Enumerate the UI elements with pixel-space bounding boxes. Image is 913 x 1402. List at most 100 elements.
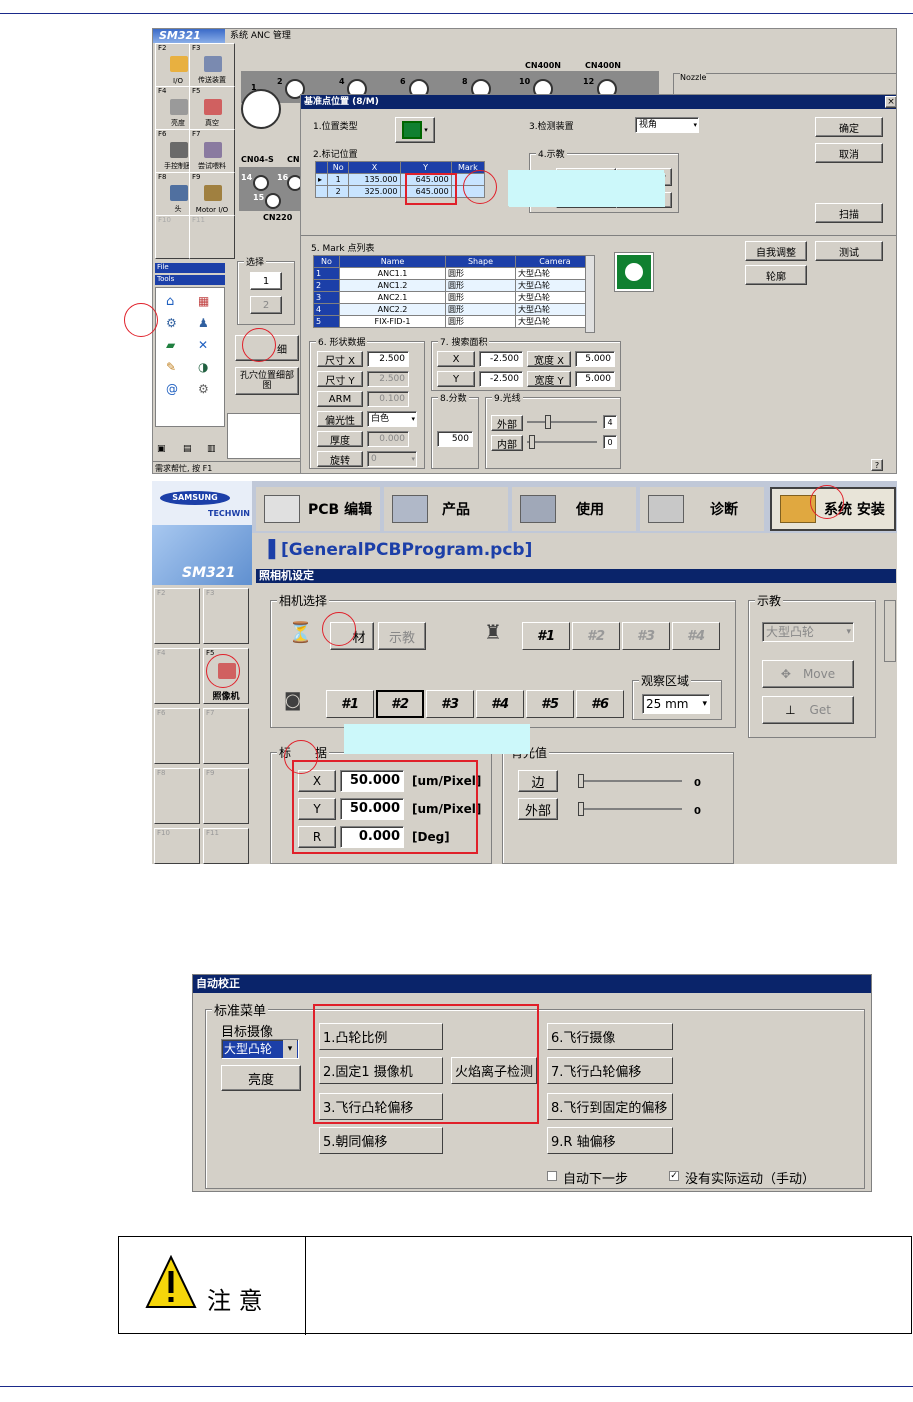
cam-fkey-f8[interactable]: F8 [154, 768, 200, 824]
inner-slider-thumb[interactable] [529, 435, 535, 449]
hole-detail-button[interactable]: 孔穴位置细部图 [235, 367, 299, 395]
file-menu[interactable]: File [155, 263, 225, 273]
cam-fkey-f6[interactable]: F6 [154, 708, 200, 764]
fly-cam-offset-2-button[interactable]: 7.飞行凸轮偏移 [547, 1057, 673, 1084]
size-x-field[interactable]: 2.500 [367, 351, 409, 367]
top-cam-2[interactable]: #2 [572, 622, 620, 650]
target-camera-select[interactable]: 大型凸轮 ▾ [221, 1039, 299, 1059]
inner-light-slider[interactable] [527, 441, 597, 443]
polarity-select[interactable]: 白色 ▾ [367, 411, 417, 427]
view-area-select[interactable]: 25 mm ▾ [642, 694, 710, 714]
nozzle-15[interactable] [265, 193, 281, 209]
search-y-field[interactable]: -2.500 [479, 371, 523, 387]
bottom-cam-2[interactable]: #2 [376, 690, 424, 718]
width-y-field[interactable]: 5.000 [575, 371, 615, 387]
fkey-f11[interactable]: F11 [189, 215, 235, 259]
person-icon[interactable]: ♟ [198, 316, 209, 330]
teach-camera-select[interactable]: 大型凸轮 ▾ [762, 622, 854, 642]
rotate-select[interactable]: 0 ▾ [367, 451, 417, 467]
at-icon[interactable]: @ [166, 382, 178, 396]
print-icon[interactable]: ▤ [183, 444, 192, 454]
ok-button[interactable]: 确定 [815, 117, 883, 137]
menu-use[interactable]: 使用 [512, 487, 636, 531]
cam-fkey-f10[interactable]: F10 [154, 828, 200, 864]
select-2-button[interactable]: 2 [250, 296, 282, 314]
test-button[interactable]: 测试 [815, 241, 883, 261]
outer-backlight-slider[interactable] [578, 808, 682, 810]
fly-to-fixed-offset-button[interactable]: 8.飞行到固定的偏移 [547, 1093, 673, 1120]
table-row[interactable]: ▸ 1 135.000 645.000 [315, 173, 486, 186]
select-1-button[interactable]: 1 [250, 272, 282, 290]
cam-fkey-f11[interactable]: F11 [203, 828, 249, 864]
gear-icon[interactable]: ⚙ [198, 382, 209, 396]
r-axis-offset-button[interactable]: 9.R 轴偏移 [547, 1127, 673, 1154]
bottom-cam-4[interactable]: #4 [476, 690, 524, 718]
keyboard-icon[interactable]: ▣ [157, 444, 166, 454]
menu-product[interactable]: 产品 [384, 487, 508, 531]
same-offset-button[interactable]: 5.朝同偏移 [319, 1127, 443, 1154]
no-motion-checkbox[interactable]: ✓ [669, 1171, 679, 1181]
cam-fkey-f7[interactable]: F7 [203, 708, 249, 764]
top-cam-1[interactable]: #1 [522, 622, 570, 650]
bottom-cam-6[interactable]: #6 [576, 690, 624, 718]
bottom-cam-1[interactable]: #1 [326, 690, 374, 718]
bottom-cam-5[interactable]: #5 [526, 690, 574, 718]
cancel-button[interactable]: 取消 [815, 143, 883, 163]
pen-icon[interactable]: ✎ [166, 360, 176, 374]
table-row[interactable]: 3 ANC2.1 圆形 大型凸轮 [313, 291, 595, 304]
home-icon[interactable]: ⌂ [166, 294, 174, 309]
fkey-f7-feeder[interactable]: F7 尝试喂料 [189, 129, 235, 173]
calendar-icon[interactable]: ▦ [198, 294, 209, 308]
detect-select[interactable]: 视角 ▾ [635, 117, 699, 133]
table-row[interactable]: 2 325.000 645.000 [315, 185, 486, 198]
fkey-f9-motor-io[interactable]: F9 Motor I/O [189, 172, 235, 216]
scan-button[interactable]: 扫描 [815, 203, 883, 223]
bottom-cam-3[interactable]: #3 [426, 690, 474, 718]
list-scrollbar[interactable] [585, 255, 595, 333]
menu-diagnose[interactable]: 诊断 [640, 487, 764, 531]
cam-fkey-f9[interactable]: F9 [203, 768, 249, 824]
tools-menu[interactable]: Tools [155, 275, 225, 285]
table-row[interactable]: 1 ANC1.1 圆形 大型凸轮 [313, 267, 595, 280]
width-x-field[interactable]: 5.000 [575, 351, 615, 367]
cam-fkey-f2[interactable]: F2 [154, 588, 200, 644]
globe-icon[interactable]: ◑ [198, 360, 208, 374]
top-cam-3[interactable]: #3 [622, 622, 670, 650]
search-x-field[interactable]: -2.500 [479, 351, 523, 367]
get-button[interactable]: ⊥ Get [762, 696, 854, 724]
outer-slider-thumb[interactable] [545, 415, 551, 429]
size-y-field[interactable]: 2.500 [367, 371, 409, 387]
top-cam-4[interactable]: #4 [672, 622, 720, 650]
outer-light-slider[interactable] [527, 421, 597, 423]
cam-fkey-f4[interactable]: F4 [154, 648, 200, 704]
auto-next-checkbox[interactable] [547, 1171, 557, 1181]
edge-light-slider[interactable] [578, 780, 682, 782]
contour-button[interactable]: 轮廓 [745, 265, 807, 285]
close-button[interactable]: × [885, 96, 896, 108]
edge-slider-thumb[interactable] [578, 774, 584, 788]
nozzle-1-big[interactable] [241, 89, 281, 129]
pos-type-select[interactable]: ▾ [395, 117, 435, 143]
teach-button[interactable]: 示教 [378, 622, 426, 650]
table-row[interactable]: 5 FIX-FID-1 圆形 大型凸轮 [313, 315, 595, 328]
fkey-f5-vacuum[interactable]: F5 真空 [189, 86, 235, 130]
table-row[interactable]: 4 ANC2.2 圆形 大型凸轮 [313, 303, 595, 316]
menu-pcb-edit[interactable]: PCB 编辑 [256, 487, 380, 531]
cross-icon[interactable]: ✕ [198, 338, 208, 352]
nozzle-14[interactable] [253, 175, 269, 191]
fkey-f3-conveyor[interactable]: F3 传送装置 [189, 43, 235, 87]
brightness-button[interactable]: 亮度 [221, 1065, 301, 1091]
arm-field[interactable]: 0.100 [367, 391, 409, 407]
score-field[interactable]: 500 [437, 431, 473, 447]
table-row[interactable]: 2 ANC1.2 圆形 大型凸轮 [313, 279, 595, 292]
tool-icon[interactable]: ⚙ [166, 316, 177, 330]
cam-fkey-f3[interactable]: F3 [203, 588, 249, 644]
thickness-field[interactable]: 0.000 [367, 431, 409, 447]
move-button[interactable]: ✥ Move [762, 660, 854, 688]
board-icon[interactable]: ▰ [166, 338, 175, 352]
outer-backlight-thumb[interactable] [578, 802, 584, 816]
fly-camera-button[interactable]: 6.飞行摄像 [547, 1023, 673, 1050]
help-button[interactable]: ? [871, 459, 883, 471]
help-icon[interactable]: ▥ [207, 444, 216, 454]
self-adjust-button[interactable]: 自我调整 [745, 241, 807, 261]
